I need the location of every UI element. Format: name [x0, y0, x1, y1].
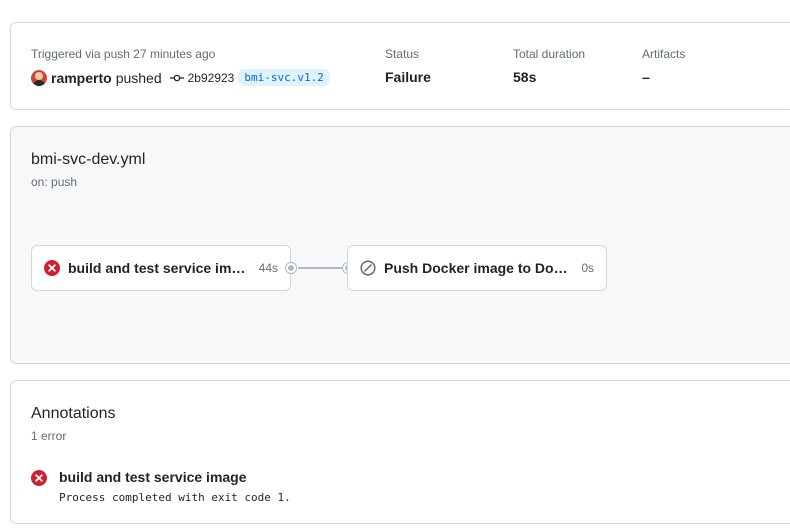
x-circle-fill-icon: [44, 260, 60, 276]
status-label: Status: [385, 47, 420, 61]
job-title: Push Docker image to Docke...: [384, 260, 576, 276]
annotations-count: 1 error: [31, 429, 67, 443]
artifacts-value: –: [642, 69, 650, 85]
workflow-trigger: on: push: [31, 175, 78, 189]
git-commit-icon: [169, 74, 184, 81]
annotation-item-message: Process completed with exit code 1.: [59, 491, 291, 504]
trigger-label: Triggered via push 27 minutes ago: [31, 47, 216, 61]
job-push-docker-image[interactable]: Push Docker image to Docke... 0s: [347, 245, 607, 291]
job-duration: 44s: [258, 261, 278, 275]
workflow-file-name[interactable]: bmi-svc-dev.yml: [31, 151, 145, 169]
artifacts-label: Artifacts: [642, 47, 686, 61]
annotations-panel: Annotations 1 error build and test servi…: [10, 380, 790, 524]
annotation-item-title[interactable]: build and test service image: [59, 469, 247, 485]
annotations-title: Annotations: [31, 405, 116, 422]
run-summary: Triggered via push 27 minutes ago ramper…: [10, 22, 790, 110]
status-value: Failure: [385, 69, 431, 85]
skip-icon: [360, 260, 376, 276]
avatar[interactable]: [31, 69, 47, 86]
commit-sha-link[interactable]: 2b92923: [188, 71, 235, 85]
workflow-graph: bmi-svc-dev.yml on: push build and test …: [10, 126, 790, 364]
job-output-dot: [286, 263, 296, 273]
branch-badge[interactable]: bmi-svc.v1.2: [238, 69, 330, 86]
job-duration: 0s: [581, 261, 594, 275]
actor-link[interactable]: ramperto: [51, 70, 112, 86]
action-text: pushed: [115, 69, 162, 86]
trigger-line: ramperto pushed 2b92923 bmi-svc.v1.2: [31, 69, 330, 86]
duration-label: Total duration: [513, 47, 586, 61]
duration-value: 58s: [513, 69, 537, 85]
job-title: build and test service image: [68, 260, 253, 276]
job-build-and-test[interactable]: build and test service image 44s: [31, 245, 291, 291]
job-connector-line: [298, 267, 345, 269]
x-circle-fill-icon: [31, 470, 47, 486]
